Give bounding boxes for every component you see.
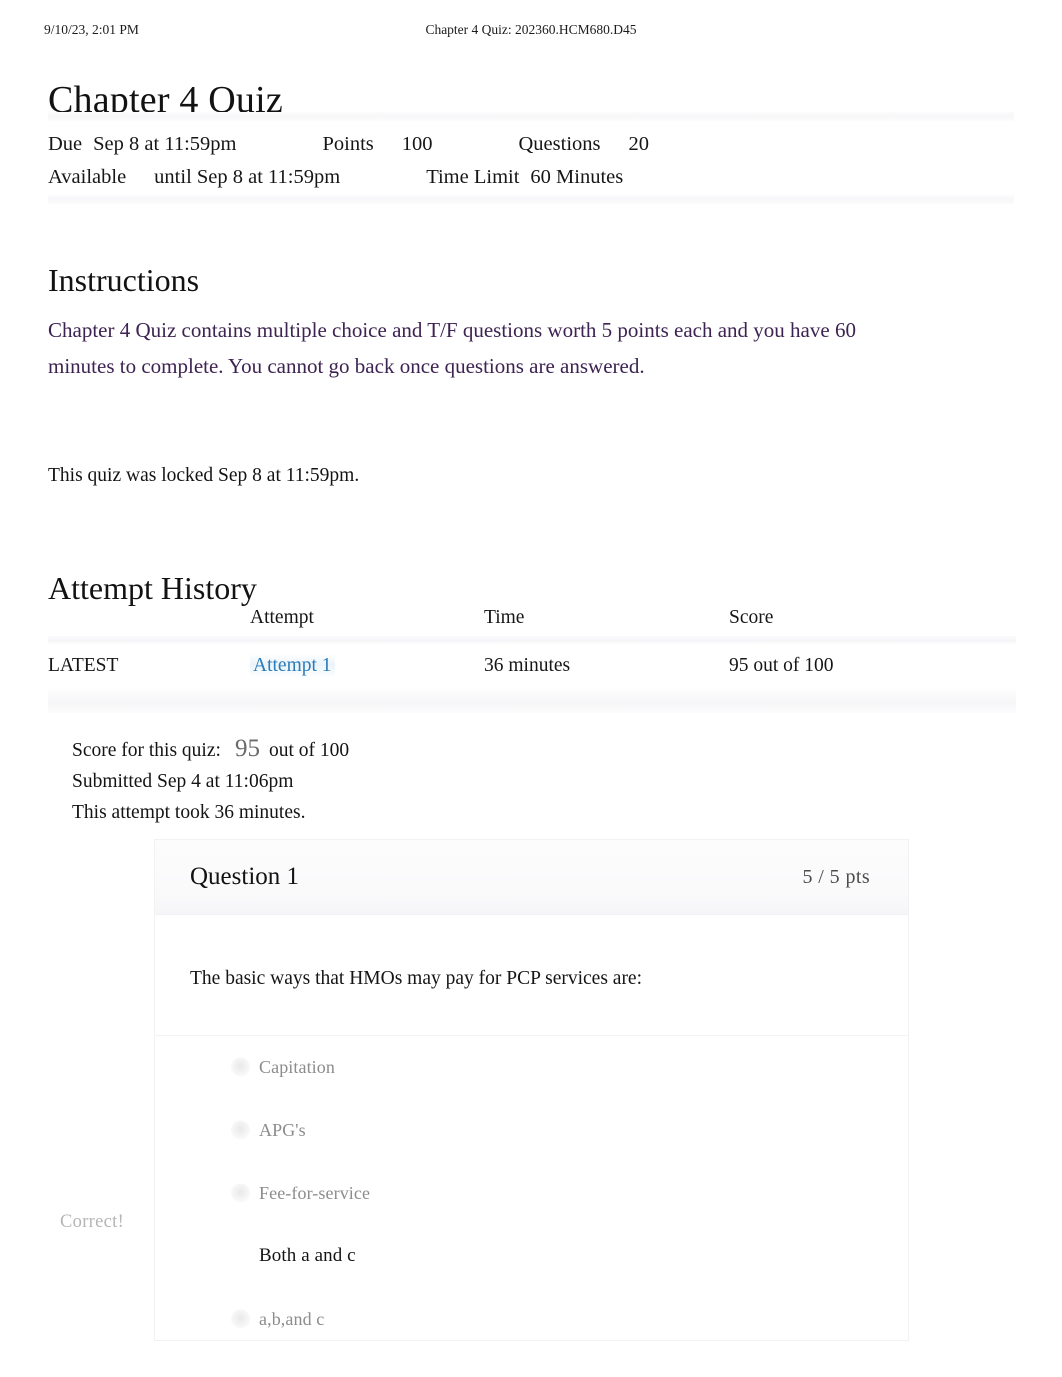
question-points: 5 / 5 pts	[802, 865, 870, 888]
score-label: Score for this quiz:	[72, 740, 221, 761]
attempt-score-value: 95 out of 100	[729, 655, 834, 676]
score-for-quiz-line: Score for this quiz: 95 out of 100	[72, 733, 349, 766]
radio-button-icon[interactable]	[231, 1309, 250, 1329]
answer-option-4-selected[interactable]: Both a and c	[155, 1225, 908, 1288]
question-card: Question 1 5 / 5 pts The basic ways that…	[155, 840, 908, 1340]
quiz-details-top-rule	[48, 112, 1014, 122]
column-header-score: Score	[729, 607, 774, 628]
quiz-details-bottom-rule	[48, 194, 1014, 204]
answer-option-5[interactable]: a,b,and c	[155, 1288, 908, 1351]
due-label: Due	[48, 133, 83, 155]
attempt-duration-line: This attempt took 36 minutes.	[72, 802, 306, 823]
quiz-details-panel: Due Sep 8 at 11:59pm Points 100 Question…	[48, 112, 1014, 204]
points-label: Points	[322, 133, 374, 155]
question-body: The basic ways that HMOs may pay for PCP…	[155, 915, 908, 1351]
correct-answer-flag: Correct!	[60, 1212, 125, 1232]
print-header: 9/10/23, 2:01 PM Chapter 4 Quiz: 202360.…	[0, 22, 1062, 42]
available-value: until Sep 8 at 11:59pm	[154, 166, 341, 188]
answer-option-3[interactable]: Fee-for-service	[155, 1162, 908, 1225]
attempt-time-value: 36 minutes	[484, 655, 571, 676]
print-course-title: Chapter 4 Quiz: 202360.HCM680.D45	[425, 22, 637, 37]
attempt-history-header-row: Attempt Time Score	[48, 600, 1016, 636]
submitted-line: Submitted Sep 4 at 11:06pm	[72, 771, 294, 792]
radio-button-icon[interactable]	[231, 1120, 250, 1140]
attempt-table-rule-bottom	[48, 687, 1016, 713]
answer-option-label: Both a and c	[259, 1245, 356, 1266]
column-header-time: Time	[484, 607, 525, 628]
quiz-details-row-1: Due Sep 8 at 11:59pm Points 100 Question…	[48, 128, 1014, 161]
attempt-history-table: Attempt Time Score LATEST Attempt 1 36 m…	[48, 600, 1016, 713]
answer-option-1[interactable]: Capitation	[155, 1036, 908, 1099]
answer-option-2[interactable]: APG's	[155, 1099, 908, 1162]
score-summary: Score for this quiz: 95 out of 100 Submi…	[72, 733, 349, 828]
score-out-of: out of 100	[268, 740, 350, 761]
questions-label: Questions	[518, 133, 601, 155]
radio-button-icon[interactable]	[231, 1057, 250, 1077]
column-header-attempt: Attempt	[250, 607, 314, 628]
quiz-details-row-2: Available until Sep 8 at 11:59pm Time Li…	[48, 161, 1014, 194]
answer-options-list: Capitation APG's Fee-for-service Both a …	[155, 1035, 908, 1351]
radio-button-icon[interactable]	[231, 1183, 250, 1203]
question-prompt: The basic ways that HMOs may pay for PCP…	[190, 968, 643, 989]
attempt-1-link[interactable]: Attempt 1	[250, 654, 335, 678]
due-value: Sep 8 at 11:59pm	[93, 133, 237, 155]
available-label: Available	[48, 166, 127, 188]
question-title: Question 1	[190, 863, 300, 890]
table-row: LATEST Attempt 1 36 minutes 95 out of 10…	[48, 645, 1016, 687]
instructions-heading: Instructions	[48, 261, 200, 298]
quiz-locked-note: This quiz was locked Sep 8 at 11:59pm.	[48, 465, 360, 486]
attempt-latest-flag: LATEST	[48, 655, 119, 676]
instructions-body: Chapter 4 Quiz contains multiple choice …	[48, 318, 856, 379]
score-value: 95	[234, 735, 260, 762]
points-value: 100	[401, 133, 433, 155]
time-limit-label: Time Limit	[426, 166, 520, 188]
questions-value: 20	[628, 133, 650, 155]
attempt-table-rule-top	[48, 636, 1016, 645]
time-limit-value: 60 Minutes	[530, 166, 624, 188]
question-header: Question 1 5 / 5 pts	[155, 840, 908, 915]
